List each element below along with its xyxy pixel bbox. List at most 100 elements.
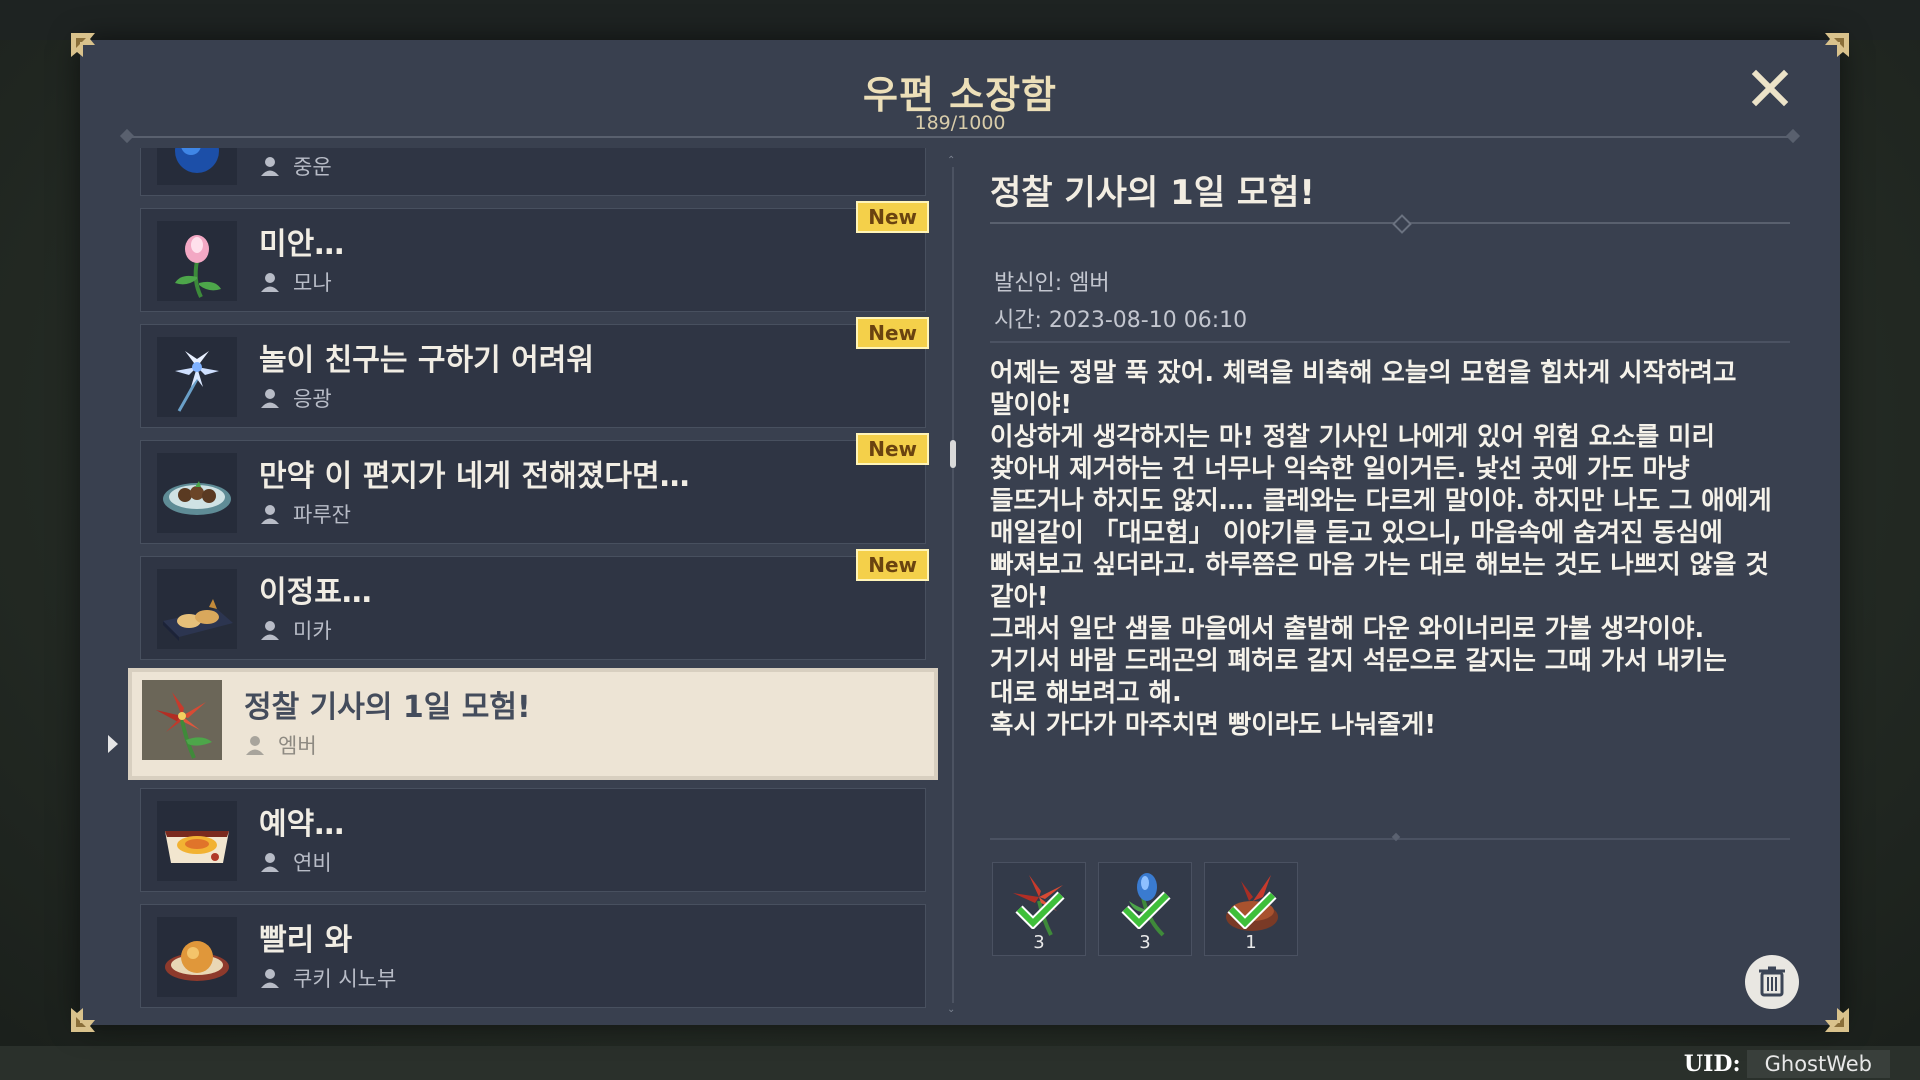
mail-list-scrollbar[interactable]: ⌃ ⌄ [947, 155, 959, 1015]
new-badge: New [856, 549, 929, 581]
mail-sender: 파루잔 [293, 503, 351, 527]
mail-sender: 모나 [293, 271, 332, 295]
detail-divider [990, 838, 1790, 840]
attachment-item[interactable]: 3 [992, 862, 1086, 956]
new-badge: New [856, 317, 929, 349]
attachment-count: 3 [1139, 932, 1151, 953]
mail-title: 빨리 와 [259, 923, 353, 958]
mail-sender: 연비 [293, 851, 332, 875]
corner-ornament-icon [1822, 1005, 1852, 1035]
attachment-count: 1 [1245, 932, 1257, 953]
body-line: 이상하게 생각하지는 마! 정찰 기사인 나에게 있어 위험 요소를 미리 [990, 422, 1715, 452]
body-line: 거기서 바람 드래곤의 폐허로 갈지 석문으로 갈지는 그때 가서 내키는 [990, 646, 1727, 676]
body-line: 찾아내 제거하는 건 너무나 익숙한 일이거든. 낯선 곳에 가도 마냥 [990, 454, 1690, 484]
mail-title: 이정표… [259, 575, 372, 610]
body-line: 대로 해보려고 해. [990, 678, 1182, 708]
uid-display: UID: GhostWeb [1684, 1050, 1890, 1078]
body-line: 빠져보고 싶더라고. 하루쯤은 마음 가는 대로 해보는 것도 나쁘지 않을 것 [990, 550, 1769, 580]
mail-archive-dialog: 우편 소장함 189/1000 중운 미안… 모나 New 놀이 친구는 구하기… [71, 33, 1849, 1032]
scroll-thumb[interactable] [950, 440, 956, 468]
mail-list[interactable]: 중운 미안… 모나 New 놀이 친구는 구하기 어려워 응광 New 만약 이… [125, 148, 945, 1053]
pastry-tray-icon [157, 569, 237, 649]
person-icon [259, 967, 281, 989]
mail-list-item[interactable]: 놀이 친구는 구하기 어려워 응광 New [140, 317, 929, 428]
mail-sender: 응광 [293, 387, 332, 411]
mail-sender-row: 쿠키 시노부 [259, 963, 396, 993]
mail-sender-row: 엠버 [244, 730, 317, 760]
person-icon [259, 387, 281, 409]
body-line: 들뜨거나 하지도 않지…. 클레와는 다르게 말이야. 하지만 나도 그 애에게 [990, 486, 1772, 516]
claimed-check-icon [1015, 891, 1065, 929]
mail-detail-time: 시간: 2023-08-10 06:10 [994, 308, 1248, 333]
corner-ornament-icon [68, 1005, 98, 1035]
red-flower-icon [142, 680, 222, 760]
mail-sender-row: 연비 [259, 847, 332, 877]
body-line: 그래서 일단 샘물 마을에서 출발해 다운 와이너리로 가볼 생각이야. [990, 614, 1705, 644]
mail-detail-body: 어제는 정말 푹 잤어. 체력을 비축해 오늘의 모험을 힘차게 시작하려고 말… [990, 357, 1790, 741]
body-line: 어제는 정말 푹 잤어. 체력을 비축해 오늘의 모험을 힘차게 시작하려고 [990, 358, 1737, 388]
mail-list-item-selected[interactable]: 정찰 기사의 1일 모험! 엠버 [128, 668, 938, 780]
attachment-item[interactable]: 3 [1098, 862, 1192, 956]
attachment-list: 3 3 1 [992, 862, 1298, 956]
mail-sender-row: 미카 [259, 615, 332, 645]
corner-ornament-icon [68, 30, 98, 60]
mail-title: 놀이 친구는 구하기 어려워 [259, 343, 594, 378]
mail-title: 정찰 기사의 1일 모험! [244, 690, 531, 725]
header-divider [128, 136, 1792, 138]
mail-list-item[interactable]: 중운 [140, 148, 926, 196]
new-badge: New [856, 201, 929, 233]
detail-divider [990, 341, 1790, 343]
mail-list-item[interactable]: 미안… 모나 New [140, 201, 929, 312]
mail-sender-row: 파루잔 [259, 499, 351, 529]
scroll-down-icon: ⌄ [947, 1004, 956, 1015]
attachment-count: 3 [1033, 932, 1045, 953]
mail-title: 예약… [259, 807, 345, 842]
close-button[interactable] [1748, 66, 1792, 110]
attachment-item[interactable]: 1 [1204, 862, 1298, 956]
scroll-up-icon: ⌃ [947, 155, 956, 166]
mail-sender: 중운 [293, 155, 332, 179]
mail-title: 만약 이 편지가 네게 전해졌다면… [259, 459, 690, 494]
delete-mail-button[interactable] [1745, 955, 1799, 1009]
selection-arrow-icon [108, 735, 118, 753]
claimed-check-icon [1121, 891, 1171, 929]
mail-sender-row: 중운 [259, 151, 332, 181]
mail-detail-title: 정찰 기사의 1일 모험! [990, 173, 1315, 213]
fried-dish-icon [157, 917, 237, 997]
divider-diamond-icon [1392, 214, 1412, 234]
pink-flower-icon [157, 221, 237, 301]
detail-divider [990, 222, 1790, 224]
mail-list-item[interactable]: 빨리 와 쿠키 시노부 [140, 904, 926, 1008]
new-badge: New [856, 433, 929, 465]
dish-plate-icon [157, 453, 237, 533]
mail-count: 189/1000 [914, 112, 1006, 134]
mail-sender-row: 모나 [259, 267, 332, 297]
body-line: 말이야! [990, 390, 1073, 420]
person-icon [259, 851, 281, 873]
blue-orb-icon [157, 148, 237, 185]
uid-label: UID: [1683, 1051, 1741, 1077]
body-line: 같아! [990, 582, 1049, 612]
mail-sender: 미카 [293, 619, 332, 643]
mail-sender: 쿠키 시노부 [293, 967, 397, 991]
omelette-box-icon [157, 801, 237, 881]
person-icon [259, 155, 281, 177]
mail-title: 미안… [259, 227, 345, 262]
person-icon [259, 271, 281, 293]
glaze-lily-icon [157, 337, 237, 417]
scroll-track [952, 167, 954, 1003]
person-icon [259, 503, 281, 525]
dialog-title: 우편 소장함 [862, 73, 1058, 117]
mail-sender: 엠버 [278, 734, 317, 758]
person-icon [259, 619, 281, 641]
mail-list-item[interactable]: 예약… 연비 [140, 788, 926, 892]
mail-list-item[interactable]: 만약 이 편지가 네게 전해졌다면… 파루잔 New [140, 433, 929, 544]
close-icon [1751, 69, 1789, 107]
mail-list-item[interactable]: 이정표… 미카 New [140, 549, 929, 660]
body-line: 매일같이 「대모험」 이야기를 듣고 있으니, 마음속에 숨겨진 동심에 [990, 518, 1723, 548]
background-top-bar [0, 0, 1920, 40]
mail-detail-sender: 발신인: 엠버 [994, 271, 1110, 296]
mail-sender-row: 응광 [259, 383, 332, 413]
claimed-check-icon [1227, 891, 1277, 929]
uid-value: GhostWeb [1746, 1050, 1890, 1078]
